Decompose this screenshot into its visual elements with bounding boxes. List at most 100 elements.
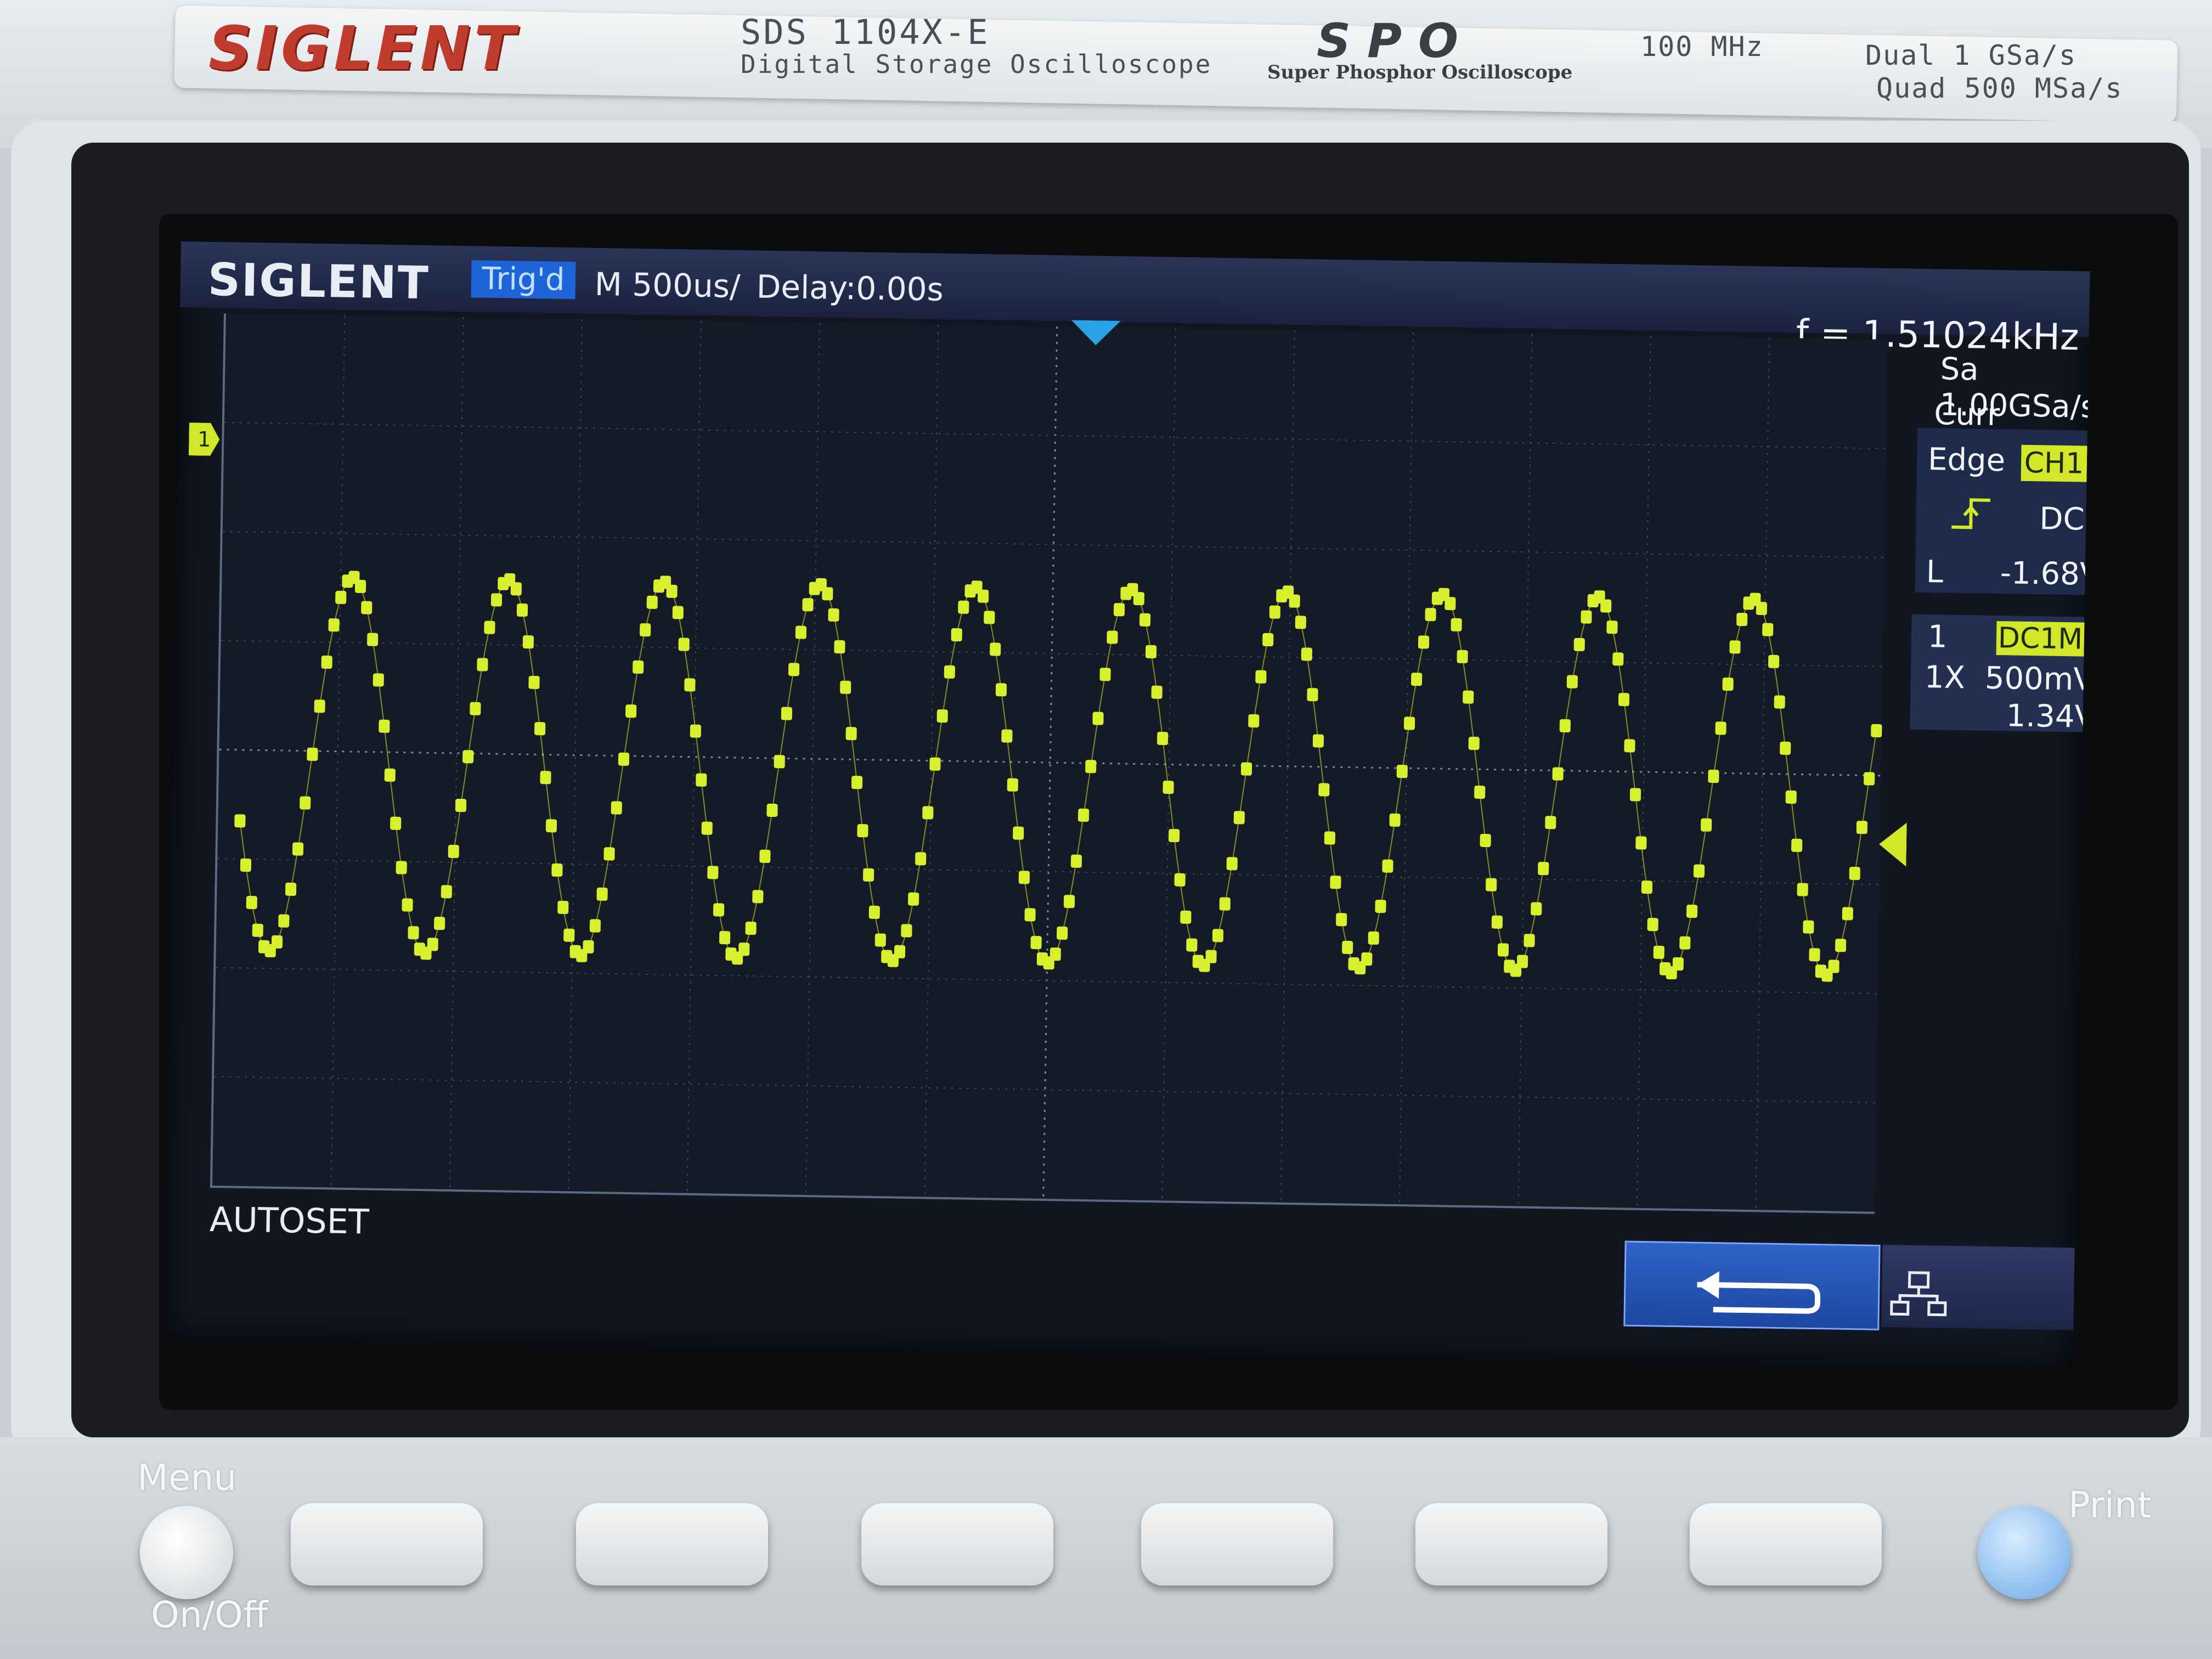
waveform-sample-point bbox=[1849, 866, 1860, 881]
waveform-sample-point bbox=[868, 905, 880, 919]
soft-key-3[interactable] bbox=[861, 1503, 1053, 1585]
waveform-sample-point bbox=[894, 945, 906, 958]
waveform-sample-point bbox=[1451, 618, 1462, 631]
model-name: SDS 1104X-E bbox=[741, 12, 990, 52]
waveform-sample-point bbox=[1157, 731, 1169, 746]
soft-key-1[interactable] bbox=[291, 1503, 483, 1585]
waveform-sample-point bbox=[1133, 592, 1145, 606]
waveform-sample-point bbox=[292, 842, 304, 856]
waveform-sample-point bbox=[470, 702, 481, 715]
waveform-sample-point bbox=[1842, 907, 1853, 921]
waveform-sample-point bbox=[1368, 931, 1379, 945]
delay-readout[interactable]: Delay:0.00s bbox=[756, 268, 944, 308]
waveform-sample-point bbox=[1007, 778, 1018, 792]
waveform-sample-point bbox=[845, 727, 857, 741]
channel-1-trace bbox=[234, 571, 1882, 982]
waveform-sample-point bbox=[1092, 712, 1104, 725]
waveform-sample-point bbox=[1581, 610, 1592, 624]
waveform-sample-point bbox=[1756, 601, 1768, 616]
waveform-sample-point bbox=[1635, 836, 1647, 850]
waveform-sample-point bbox=[1099, 668, 1111, 681]
waveform-sample-point bbox=[766, 803, 778, 817]
waveform-sample-point bbox=[596, 887, 608, 901]
timebase-readout[interactable]: M 500us/ bbox=[594, 266, 741, 305]
waveform-sample-point bbox=[696, 773, 707, 787]
waveform-sample-point bbox=[1307, 688, 1318, 702]
trigger-position-marker[interactable] bbox=[1071, 320, 1121, 348]
waveform-sample-point bbox=[834, 640, 845, 654]
waveform-sample-point bbox=[1497, 943, 1509, 957]
waveform-sample-point bbox=[1233, 811, 1245, 825]
waveform-sample-point bbox=[995, 683, 1007, 697]
waveform-sample-point bbox=[1762, 623, 1774, 636]
waveform-sample-point bbox=[1809, 948, 1820, 962]
print-button[interactable] bbox=[1978, 1506, 2071, 1599]
waveform-sample-point bbox=[1336, 913, 1347, 927]
waveform-sample-point bbox=[958, 600, 969, 614]
waveform-sample-point bbox=[781, 707, 793, 720]
menu-onoff-button[interactable] bbox=[140, 1506, 233, 1599]
waveform-sample-point bbox=[271, 935, 283, 949]
probe-attenuation: 1X bbox=[1924, 659, 1966, 696]
soft-key-4[interactable] bbox=[1141, 1503, 1333, 1585]
waveform-sample-point bbox=[490, 593, 503, 607]
waveform-sample-point bbox=[1139, 613, 1151, 627]
waveform-sample-point bbox=[1600, 599, 1612, 613]
waveform-sample-point bbox=[1145, 645, 1157, 659]
waveform-sample-point bbox=[1013, 826, 1024, 840]
waveform-sample-point bbox=[307, 747, 318, 761]
waveform-sample-point bbox=[1606, 620, 1618, 634]
waveform-sample-point bbox=[557, 900, 569, 915]
waveform-sample-point bbox=[1030, 935, 1042, 950]
waveform-sample-point bbox=[984, 611, 995, 624]
waveform-sample-point bbox=[646, 595, 658, 609]
waveform-sample-point bbox=[390, 816, 402, 830]
channel-number: 1 bbox=[1927, 619, 1948, 655]
waveform-sample-point bbox=[915, 852, 927, 866]
waveform-sample-point bbox=[1262, 633, 1274, 647]
waveform-sample-point bbox=[448, 844, 459, 859]
rising-edge-icon bbox=[1951, 498, 1991, 529]
waveform-sample-point bbox=[738, 943, 750, 956]
trigger-level-marker[interactable] bbox=[1878, 822, 1907, 867]
grid-line-vertical bbox=[805, 323, 820, 1195]
waveform-sample-point bbox=[583, 940, 594, 953]
waveform-sample-point bbox=[1418, 635, 1430, 649]
vertical-scale: 500mV/ bbox=[1984, 660, 2090, 698]
waveform-sample-point bbox=[384, 768, 396, 782]
waveform-sample-point bbox=[678, 637, 690, 651]
return-arrow-icon bbox=[1697, 1271, 1821, 1314]
waveform-sample-point bbox=[1057, 926, 1068, 940]
waveform-sample-point bbox=[936, 709, 948, 723]
waveform-sample-point bbox=[335, 590, 347, 605]
waveform-sample-point bbox=[1113, 603, 1125, 617]
waveform-sample-point bbox=[1403, 716, 1415, 730]
waveform-sample-point bbox=[354, 579, 366, 594]
network-button[interactable] bbox=[1881, 1244, 2080, 1330]
waveform-sample-point bbox=[1269, 605, 1280, 619]
waveform-sample-point bbox=[522, 635, 534, 649]
waveform-sample-point bbox=[1641, 881, 1653, 894]
waveform-sample-point bbox=[745, 921, 757, 935]
soft-key-6[interactable] bbox=[1690, 1503, 1882, 1585]
waveform-sample-point bbox=[1653, 945, 1664, 959]
waveform-sample-point bbox=[1226, 857, 1238, 871]
waveform-sample-point bbox=[1624, 739, 1635, 753]
waveform-sample-point bbox=[1063, 895, 1075, 909]
waveform-sample-point bbox=[1803, 920, 1814, 934]
waveform-sample-point bbox=[1301, 647, 1312, 661]
channel-1-offset-marker[interactable]: 1 bbox=[189, 422, 220, 456]
waveform-sample-point bbox=[1411, 673, 1423, 686]
waveform-sample-point bbox=[1180, 910, 1192, 924]
waveform-sample-point bbox=[1672, 957, 1684, 971]
waveform-sample-point bbox=[408, 926, 419, 940]
oscilloscope-screen: SIGLENT Trig'd M 500us/ Delay:0.00s f = … bbox=[163, 241, 2090, 1369]
waveform-sample-point bbox=[1219, 897, 1231, 911]
waveform-sample-point bbox=[1474, 785, 1486, 799]
back-button[interactable] bbox=[1623, 1240, 1881, 1330]
print-label: Print bbox=[2068, 1484, 2152, 1526]
soft-key-5[interactable] bbox=[1415, 1503, 1607, 1585]
soft-key-2[interactable] bbox=[576, 1503, 768, 1585]
waveform-sample-point bbox=[618, 752, 630, 766]
waveform-sample-point bbox=[1024, 908, 1036, 922]
